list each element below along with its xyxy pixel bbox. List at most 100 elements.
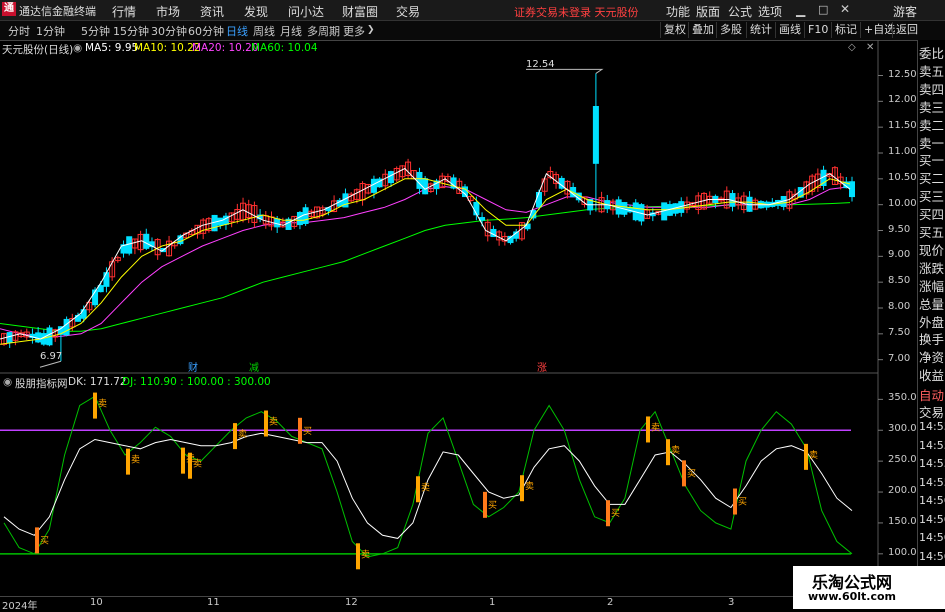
MA60-polyline [0, 202, 851, 332]
toolbar-adjust-button[interactable]: 复权 [660, 22, 689, 38]
side-item[interactable]: 卖二 [919, 115, 944, 134]
period-tab-60min[interactable]: 60分钟 [188, 23, 224, 39]
candle-body [535, 191, 542, 208]
ma60-line [0, 202, 851, 332]
signal-bar [93, 392, 97, 419]
candle-body [592, 106, 599, 164]
toolbar-back-button[interactable]: 返回 [892, 22, 921, 38]
side-item[interactable]: 换手 [919, 329, 944, 348]
sub-tick-label: 250.0 [888, 454, 917, 466]
signal-label: 买 [738, 497, 747, 508]
signal-bar [233, 423, 237, 450]
menu-market[interactable]: 市场 [156, 3, 180, 20]
candle-body [285, 218, 292, 230]
side-item[interactable]: 外盘 [919, 312, 944, 331]
menu-trade[interactable]: 交易 [396, 3, 420, 20]
more-chevron-icon[interactable]: ❯ [367, 25, 375, 35]
toolbar-f10-button[interactable]: F10 [804, 22, 831, 38]
signal-label: 卖 [361, 549, 370, 560]
side-item[interactable]: 净资 [919, 347, 944, 366]
side-item[interactable]: 涨幅 [919, 276, 944, 295]
menu-formula[interactable]: 公式 [728, 3, 752, 20]
event-marker-rise[interactable]: 涨 [537, 359, 547, 374]
menu-wealth[interactable]: 财富圈 [342, 3, 378, 20]
event-marker-finance[interactable]: 财 [188, 359, 198, 374]
sub-toggle-icon[interactable]: ◉ [3, 376, 12, 388]
side-item[interactable]: 卖一 [919, 133, 944, 152]
side-item[interactable]: 卖四 [919, 79, 944, 98]
candle-body [143, 233, 150, 249]
toolbar-stats-button[interactable]: 统计 [746, 22, 775, 38]
close-icon[interactable]: ✕ [840, 2, 850, 16]
dj-label: DJ: 110.90 : 100.00 : 300.00 [122, 376, 271, 388]
kline-chart[interactable]: 买卖卖卖卖卖卖买卖卖买卖买卖卖买买卖 [0, 40, 917, 596]
event-marker-reduce[interactable]: 减 [249, 359, 259, 374]
side-item[interactable]: 收益 [919, 365, 944, 384]
sub-tick-label: 200.0 [888, 485, 917, 497]
sub-tick-label: 100.0 [888, 546, 917, 558]
toolbar-overlay-button[interactable]: 叠加 [688, 22, 717, 38]
signal-label: 卖 [238, 429, 247, 440]
menu-function[interactable]: 功能 [666, 3, 690, 20]
period-tab-5min[interactable]: 5分钟 [81, 23, 110, 39]
period-tab-30min[interactable]: 30分钟 [151, 23, 187, 39]
side-item[interactable]: 卖三 [919, 97, 944, 116]
period-tab-multi[interactable]: 多周期 [307, 23, 340, 39]
candle-body [302, 207, 309, 224]
chart-grid [0, 40, 883, 596]
period-tab-timeline[interactable]: 分时 [8, 23, 30, 39]
date-label: 11 [207, 597, 220, 608]
MA20-polyline [0, 186, 851, 337]
menu-ask[interactable]: 问小达 [288, 3, 324, 20]
period-tab-daily[interactable]: 日线 [226, 23, 248, 39]
app-logo-icon: 通 [2, 2, 16, 16]
signal-label: 卖 [193, 459, 202, 470]
signal-label: 卖 [809, 450, 818, 461]
signal-bar [181, 447, 185, 474]
toolbar-multistock-button[interactable]: 多股 [716, 22, 745, 38]
side-item[interactable]: 委比 [919, 43, 944, 62]
menu-layout[interactable]: 版面 [696, 3, 720, 20]
menu-quotes[interactable]: 行情 [112, 3, 136, 20]
toolbar-draw-button[interactable]: 画线 [775, 22, 804, 38]
guest-label[interactable]: 游客 [893, 3, 917, 20]
period-tab-weekly[interactable]: 周线 [253, 23, 275, 39]
side-item[interactable]: 涨跌 [919, 258, 944, 277]
signal-bar [606, 500, 610, 527]
menu-news[interactable]: 资讯 [200, 3, 224, 20]
date-label: 2024年 [2, 601, 38, 612]
period-tab-monthly[interactable]: 月线 [280, 23, 302, 39]
toolbar-mark-button[interactable]: 标记 [831, 22, 860, 38]
side-item[interactable]: 买一 [919, 150, 944, 169]
side-item[interactable]: 买五 [919, 222, 944, 241]
signal-bar [416, 476, 420, 503]
menu-options[interactable]: 选项 [758, 3, 782, 20]
maximize-icon[interactable]: □ [818, 3, 828, 16]
ma20-line [0, 186, 851, 337]
signal-bar [666, 439, 670, 466]
minimize-icon[interactable]: ▁ [796, 3, 805, 17]
candle-body [422, 178, 429, 195]
candle-body [479, 217, 486, 221]
signal-label: 卖 [98, 399, 107, 410]
price-tick-label: 12.00 [888, 94, 917, 106]
signal-bar [188, 452, 192, 479]
side-tab[interactable]: 交易 [919, 402, 944, 421]
period-tab-more[interactable]: 更多 [343, 23, 365, 39]
sub-tick-label: 300.0 [888, 423, 917, 435]
menu-discover[interactable]: 发现 [244, 3, 268, 20]
side-item[interactable]: 现价 [919, 240, 944, 259]
period-tab-15min[interactable]: 15分钟 [113, 23, 149, 39]
signal-bar [35, 527, 39, 554]
signal-bar [483, 491, 487, 518]
side-item[interactable]: 买三 [919, 186, 944, 205]
candle-body [524, 223, 531, 230]
side-item[interactable]: 买二 [919, 168, 944, 187]
login-notice[interactable]: 证券交易未登录 天元股份 [514, 4, 639, 20]
period-tab-1min[interactable]: 1分钟 [36, 23, 65, 39]
side-item[interactable]: 买四 [919, 204, 944, 223]
date-label: 10 [90, 597, 103, 608]
trade-time: 14:55 [919, 438, 945, 452]
side-item[interactable]: 总量 [919, 294, 944, 313]
side-item[interactable]: 卖五 [919, 61, 944, 80]
